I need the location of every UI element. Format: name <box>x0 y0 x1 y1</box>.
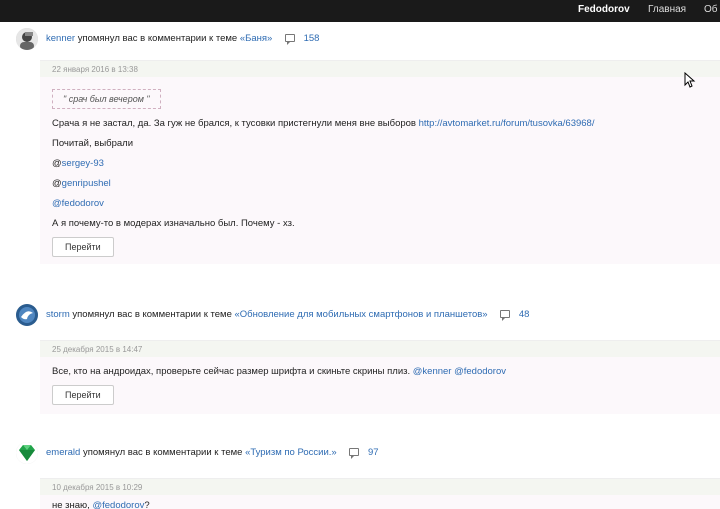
comment-paragraph: А я почему-то в модерах изначально был. … <box>52 218 295 229</box>
mention-link[interactable]: @kenner @fedodorov <box>413 366 506 377</box>
nav-link-other[interactable]: Об <box>704 4 718 15</box>
comment-text: не знаю, <box>52 500 93 509</box>
quote-block: " срач был вечером " <box>52 89 161 109</box>
mention-line: @fedodorov <box>52 198 720 209</box>
comment-icon <box>349 448 360 459</box>
avatar[interactable] <box>16 304 38 326</box>
comment-icon <box>500 310 511 321</box>
comment-icon <box>284 34 295 45</box>
avatar[interactable] <box>16 442 38 464</box>
comment-card: 22 января 2016 в 13:38 " срач был вечеро… <box>40 60 720 264</box>
user-link[interactable]: emerald <box>46 447 80 458</box>
nav-link-home[interactable]: Главная <box>648 4 686 15</box>
comment-paragraph: Почитай, выбрали <box>52 138 134 149</box>
comment-card: 25 декабря 2015 в 14:47 Все, кто на андр… <box>40 340 720 414</box>
topic-link[interactable]: «Баня» <box>240 33 272 44</box>
mention-line: @genripushel <box>52 178 720 189</box>
cursor-icon <box>684 71 696 91</box>
mention-at-sign[interactable]: @ <box>52 198 62 209</box>
comment-card: 10 декабря 2015 в 10:29 не знаю, @fedodo… <box>40 478 720 509</box>
comment-text: Срача я не застал, да. За гуж не брался,… <box>52 118 419 129</box>
notification-text: emerald упомянул вас в комментарии к тем… <box>46 447 379 459</box>
comment-date: 10 декабря 2015 в 10:29 <box>40 479 720 495</box>
top-navigation-bar: Fedodorov Главная Об <box>0 0 720 22</box>
topic-link[interactable]: «Обновление для мобильных смартфонов и п… <box>235 309 488 320</box>
comment-paragraph: не знаю, @fedodorov? <box>52 500 720 509</box>
mention-at-sign: @ <box>52 178 62 189</box>
comment-paragraph: Все, кто на андроидах, проверьте сейчас … <box>52 366 720 377</box>
forum-link[interactable]: http://avtomarket.ru/forum/tusovka/63968… <box>419 118 595 129</box>
comment-count[interactable]: 97 <box>368 447 379 458</box>
action-text: упомянул вас в комментарии к теме <box>77 33 238 44</box>
avatar[interactable] <box>16 28 38 50</box>
mention-at-sign: @ <box>52 158 62 169</box>
notification-header: emerald упомянул вас в комментарии к тем… <box>16 442 716 464</box>
mention-link[interactable]: genripushel <box>62 178 111 189</box>
mention-link[interactable]: sergey-93 <box>62 158 104 169</box>
mention-link[interactable]: fedodorov <box>62 198 104 209</box>
comment-paragraph: Срача я не застал, да. За гуж не брался,… <box>52 118 720 129</box>
comment-count[interactable]: 158 <box>304 33 320 44</box>
go-button[interactable]: Перейти <box>52 385 114 405</box>
action-text: упомянул вас в комментарии к теме <box>72 309 232 320</box>
comment-text: Все, кто на андроидах, проверьте сейчас … <box>52 366 413 377</box>
mention-link[interactable]: @fedodorov <box>92 500 144 509</box>
user-link[interactable]: kenner <box>46 33 75 44</box>
comment-count[interactable]: 48 <box>519 309 530 320</box>
username-link[interactable]: Fedodorov <box>578 4 630 15</box>
comment-date: 25 декабря 2015 в 14:47 <box>40 341 720 357</box>
go-button[interactable]: Перейти <box>52 237 114 257</box>
comment-text-tail: ? <box>144 500 150 509</box>
comment-date: 22 января 2016 в 13:38 <box>40 61 720 77</box>
notification-text: kenner упомянул вас в комментарии к теме… <box>46 33 320 45</box>
user-link[interactable]: storm <box>46 309 70 320</box>
notification-header: storm упомянул вас в комментарии к теме … <box>16 304 716 326</box>
action-text: упомянул вас в комментарии к теме <box>82 447 243 458</box>
notification-text: storm упомянул вас в комментарии к теме … <box>46 309 530 321</box>
notification-header: kenner упомянул вас в комментарии к теме… <box>16 28 716 50</box>
topic-link[interactable]: «Туризм по России.» <box>245 447 337 458</box>
mention-line: @sergey-93 <box>52 158 720 169</box>
